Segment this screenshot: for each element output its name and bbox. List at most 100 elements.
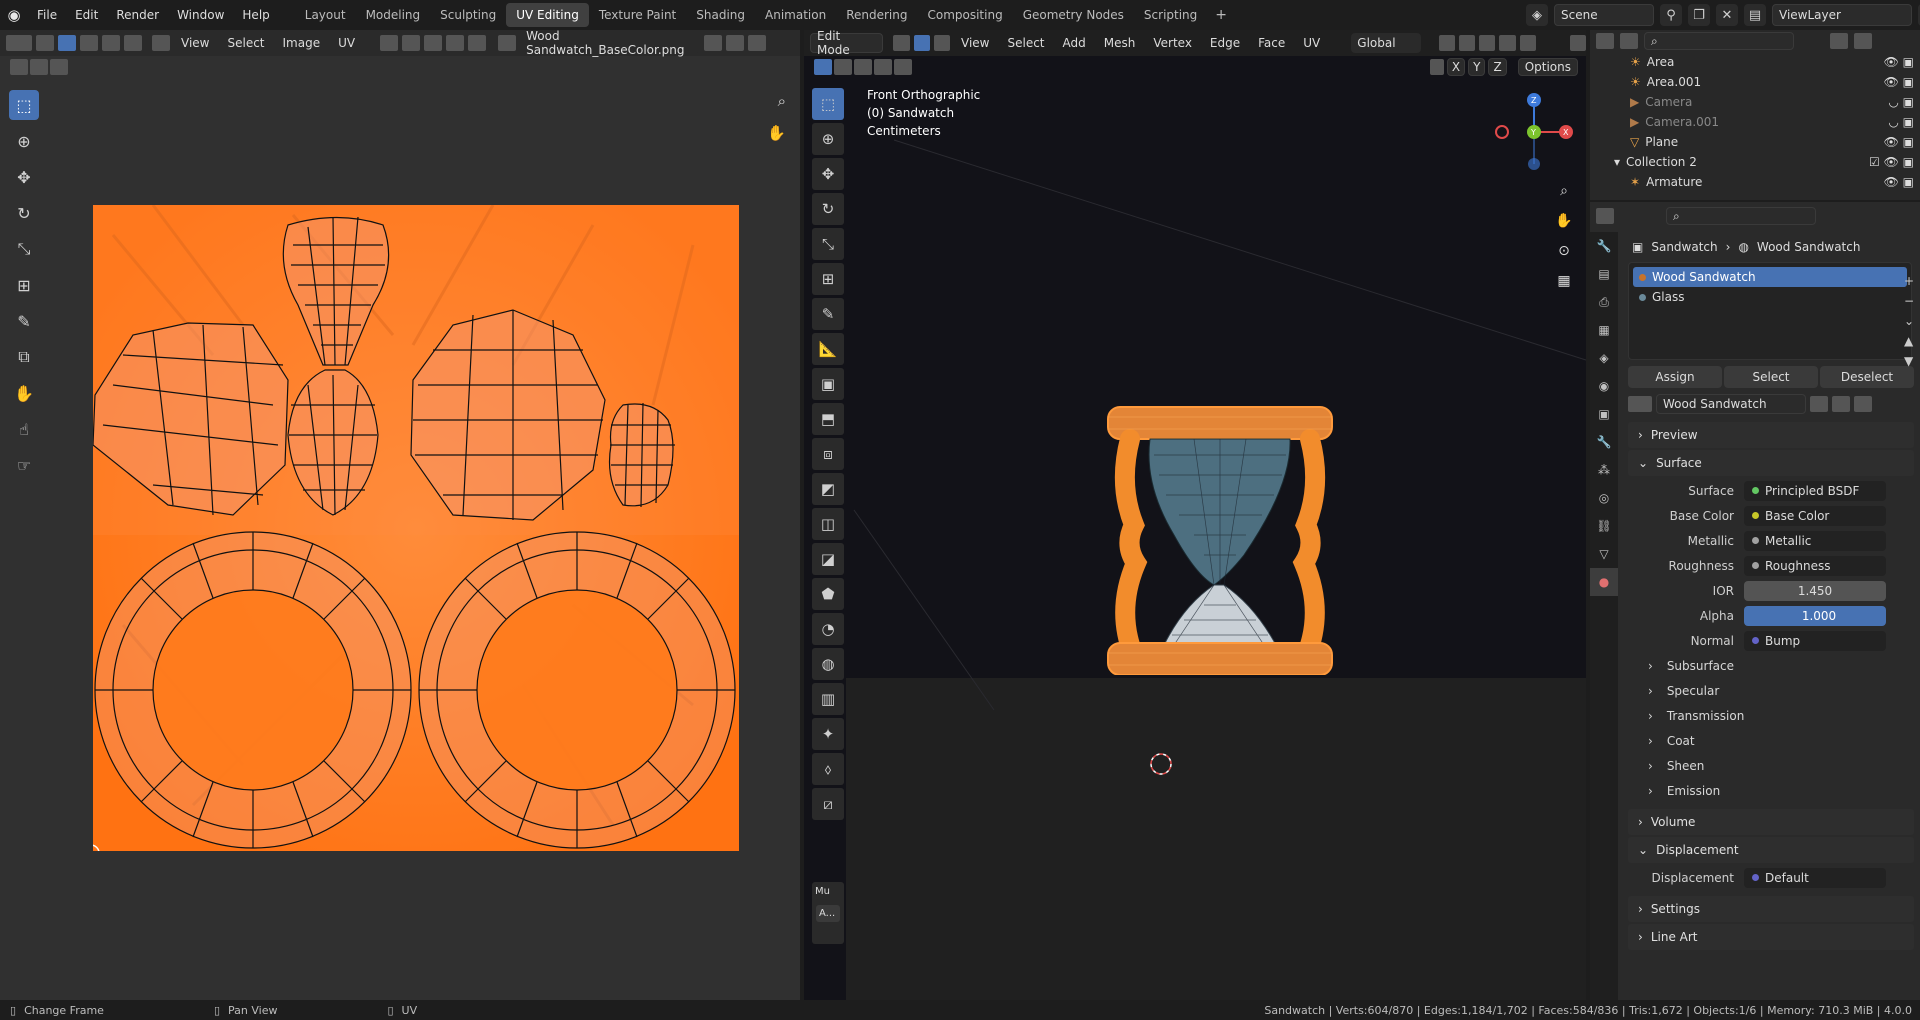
properties-editor-type-icon[interactable] xyxy=(1596,208,1614,224)
sync-selection-icon[interactable] xyxy=(36,35,54,51)
knife-tool-icon[interactable]: ◪ xyxy=(812,543,844,575)
hourglass-mesh[interactable] xyxy=(1104,375,1336,675)
uv-menu-view[interactable]: View xyxy=(174,36,216,50)
move-slot-down-icon[interactable]: ▼ xyxy=(1904,354,1914,368)
3d-cursor-tool-icon[interactable]: ⊕ xyxy=(812,123,844,155)
transform-tool-icon[interactable]: ⊞ xyxy=(9,270,39,300)
assign-button[interactable]: Assign xyxy=(1628,366,1722,388)
add-slot-icon[interactable]: + xyxy=(1904,274,1914,288)
new-image-icon[interactable] xyxy=(726,35,745,51)
coat-subpanel[interactable]: › Coat xyxy=(1624,728,1918,753)
image-browse-icon[interactable] xyxy=(498,35,517,51)
uv-menu-select[interactable]: Select xyxy=(220,36,271,50)
last-operator-sub[interactable]: A... xyxy=(816,905,840,922)
subsurface-subpanel[interactable]: › Subsurface xyxy=(1624,653,1918,678)
ortho-toggle-icon[interactable]: ▦ xyxy=(1552,266,1576,296)
uv-menu-image[interactable]: Image xyxy=(276,36,328,50)
smooth-tool-icon[interactable]: ◍ xyxy=(812,648,844,680)
fake-user-material-icon[interactable] xyxy=(1810,396,1828,412)
viewlayer-field[interactable]: ViewLayer xyxy=(1772,4,1912,26)
outliner-row-camera-001[interactable]: ▶ Camera.001 ◡ ▣ xyxy=(1590,112,1920,132)
rip-region-tool-icon[interactable]: ⧄ xyxy=(812,788,844,820)
move-tool-icon[interactable]: ✥ xyxy=(812,158,844,190)
row-visibility[interactable]: ☑ 👁 ▣ xyxy=(1869,155,1914,169)
metallic-field[interactable]: Metallic xyxy=(1744,530,1886,551)
island-select-icon[interactable] xyxy=(124,35,142,51)
specular-subpanel[interactable]: › Specular xyxy=(1624,678,1918,703)
scale-tool-icon[interactable]: ⤡ xyxy=(9,234,39,264)
volume-panel-header[interactable]: › Volume xyxy=(1628,809,1914,835)
camera-view-icon[interactable]: ⊙ xyxy=(1552,236,1576,266)
scene-field[interactable]: Scene xyxy=(1554,4,1654,26)
fake-user-icon[interactable] xyxy=(704,35,723,51)
material-tab-icon[interactable]: ● xyxy=(1590,568,1618,596)
rip-tool-icon[interactable]: ⧉ xyxy=(9,342,39,372)
zoom-icon[interactable]: ⌕ xyxy=(778,92,786,110)
outliner-row-collection-2[interactable]: ▾ Collection 2 ☑ 👁 ▣ xyxy=(1590,152,1920,172)
relax-tool-icon[interactable]: ☝ xyxy=(9,414,39,444)
tab-rendering[interactable]: Rendering xyxy=(836,3,917,27)
uv-select-box-icon[interactable] xyxy=(10,59,28,75)
surface-panel-header[interactable]: ⌄ Surface xyxy=(1628,450,1914,476)
annotate-tool-icon[interactable]: ✎ xyxy=(812,298,844,330)
uv-select-mode-icon[interactable] xyxy=(30,59,48,75)
normal-field[interactable]: Bump xyxy=(1744,630,1886,651)
inset-tool-icon[interactable]: ⧈ xyxy=(812,438,844,470)
emission-subpanel[interactable]: › Emission xyxy=(1624,778,1918,803)
tab-sculpting[interactable]: Sculpting xyxy=(430,3,506,27)
annotate-tool-icon[interactable]: ✎ xyxy=(9,306,39,336)
falloff-icon[interactable] xyxy=(468,35,487,51)
gizmo-neg-x[interactable] xyxy=(1495,125,1509,139)
blender-logo-icon[interactable]: ◉ xyxy=(0,0,28,30)
outliner-row-area-001[interactable]: ☀ Area.001 👁 ▣ xyxy=(1590,72,1920,92)
row-visibility[interactable]: 👁 ▣ xyxy=(1884,175,1914,189)
tab-scripting[interactable]: Scripting xyxy=(1134,3,1207,27)
displacement-field[interactable]: Default xyxy=(1744,867,1886,888)
sheen-subpanel[interactable]: › Sheen xyxy=(1624,753,1918,778)
menu-render[interactable]: Render xyxy=(107,8,168,22)
move-slot-up-icon[interactable]: ▲ xyxy=(1904,334,1914,348)
pinch-tool-icon[interactable]: ☞ xyxy=(9,450,39,480)
poly-build-tool-icon[interactable]: ⬟ xyxy=(812,578,844,610)
tab-geometry-nodes[interactable]: Geometry Nodes xyxy=(1013,3,1134,27)
row-visibility[interactable]: 👁 ▣ xyxy=(1884,55,1914,69)
uv-select-extend-icon[interactable] xyxy=(50,59,68,75)
base-color-field[interactable]: Base Color xyxy=(1744,505,1886,526)
bevel-tool-icon[interactable]: ◩ xyxy=(812,473,844,505)
delete-scene-icon[interactable]: ✕ xyxy=(1716,4,1738,26)
tab-shading[interactable]: Shading xyxy=(686,3,755,27)
editor-type-icon[interactable] xyxy=(6,35,32,51)
tab-texture-paint[interactable]: Texture Paint xyxy=(589,3,686,27)
select-box-tool-icon[interactable]: ⬚ xyxy=(9,90,39,120)
menu-help[interactable]: Help xyxy=(233,8,278,22)
outliner-row-area[interactable]: ☀ Area 👁 ▣ xyxy=(1590,52,1920,72)
measure-tool-icon[interactable]: 📐 xyxy=(812,333,844,365)
preview-panel-header[interactable]: › Preview xyxy=(1628,422,1914,448)
add-cube-tool-icon[interactable]: ▣ xyxy=(812,368,844,400)
tab-modeling[interactable]: Modeling xyxy=(356,3,431,27)
alpha-slider[interactable]: 1.000 xyxy=(1744,605,1886,626)
tab-uv-editing[interactable]: UV Editing xyxy=(506,3,589,27)
grab-tool-icon[interactable]: ✋ xyxy=(9,378,39,408)
viewlayer-icon[interactable]: ▤ xyxy=(1744,4,1766,26)
uv-texture-canvas[interactable] xyxy=(93,205,739,851)
scene-tab-icon[interactable]: ◈ xyxy=(1590,344,1618,372)
unlink-material-icon[interactable] xyxy=(1854,396,1872,412)
proportional-icon[interactable] xyxy=(446,35,465,51)
ior-field[interactable]: 1.450 xyxy=(1744,580,1886,601)
particles-tab-icon[interactable]: ⁂ xyxy=(1590,456,1618,484)
object-tab-icon[interactable]: ▣ xyxy=(1590,400,1618,428)
row-visibility[interactable]: ◡ ▣ xyxy=(1888,115,1914,129)
view-layer-tab-icon[interactable]: ▦ xyxy=(1590,316,1618,344)
face-select-icon[interactable] xyxy=(102,35,120,51)
material-slot-glass[interactable]: Glass xyxy=(1633,287,1907,307)
vertex-select-icon[interactable] xyxy=(58,35,76,51)
menu-window[interactable]: Window xyxy=(168,8,233,22)
line-art-panel-header[interactable]: › Line Art xyxy=(1628,924,1914,950)
material-name-field[interactable]: Wood Sandwatch xyxy=(1656,394,1806,414)
row-visibility[interactable]: ◡ ▣ xyxy=(1888,95,1914,109)
snap-target-icon[interactable] xyxy=(424,35,443,51)
unlink-image-icon[interactable] xyxy=(748,35,767,51)
world-tab-icon[interactable]: ◉ xyxy=(1590,372,1618,400)
outliner-row-camera[interactable]: ▶ Camera ◡ ▣ xyxy=(1590,92,1920,112)
